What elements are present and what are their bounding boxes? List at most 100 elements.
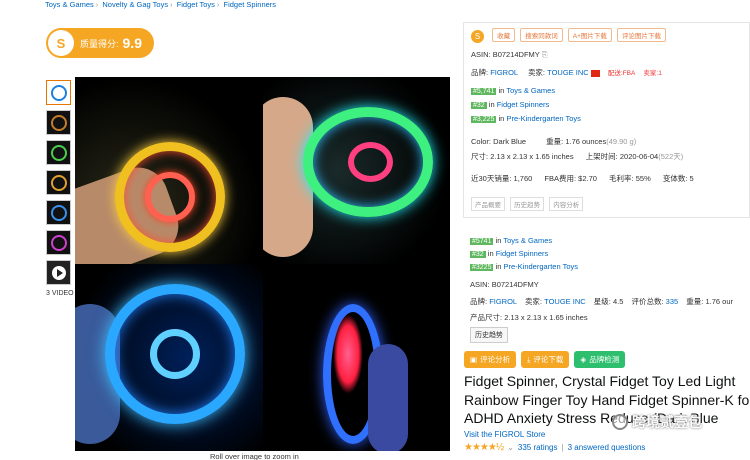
variants-value: 5 <box>689 174 694 183</box>
a-plus-image-download-button[interactable]: A+图片下载 <box>567 28 612 42</box>
review-download-label: 评论下载 <box>533 355 564 364</box>
seller-link[interactable]: TOUGE INC <box>547 68 589 77</box>
quality-score-badge[interactable]: S 质量得分: 9.9 <box>46 28 154 58</box>
history-trend-tab[interactable]: 历史趋势 <box>510 197 545 211</box>
listed-label: 上架时间: <box>585 152 618 161</box>
thumbnail-video[interactable] <box>46 260 71 285</box>
color-label: Color: <box>471 137 492 146</box>
history-trend-button[interactable]: 历史趋势 <box>470 327 508 343</box>
rank-category-link[interactable]: Fidget Spinners <box>496 249 549 258</box>
star-rating-icon[interactable]: ★★★★½ <box>464 442 504 453</box>
wechat-logo-icon <box>612 414 628 430</box>
rank-prefix: in <box>495 262 502 271</box>
asin-label: ASIN: <box>471 50 491 59</box>
listed-days: (522天) <box>658 152 684 161</box>
hand-shape <box>367 344 408 451</box>
asin-label: ASIN: <box>470 280 490 289</box>
favorite-button[interactable]: 收藏 <box>492 28 516 42</box>
seller-link[interactable]: TOUGE INC <box>544 297 586 306</box>
spinner-inner <box>347 142 393 182</box>
rank-category-link[interactable]: Toys & Games <box>503 236 552 245</box>
rank-badge: #3225 <box>470 264 494 271</box>
spinner-inner <box>145 172 195 222</box>
spinner-inner <box>332 314 363 394</box>
review-download-button[interactable]: ⤓ 评论下载 <box>521 351 570 368</box>
product-summary-tab[interactable]: 产品概要 <box>471 197 505 211</box>
breadcrumb-separator: › <box>95 0 99 9</box>
image-quadrant-side <box>262 264 450 451</box>
visit-store-link[interactable]: Visit the FIGROL Store <box>464 430 545 439</box>
download-icon: ⤓ <box>527 354 531 364</box>
action-button-row: ▣ 评论分析 ⤓ 评论下载 ◈ 品牌检测 <box>464 351 626 368</box>
brand-label: 品牌: <box>470 297 488 306</box>
chevron-down-icon[interactable]: ⌄ <box>507 443 514 452</box>
thumbnail-spinner-multi[interactable] <box>46 230 71 255</box>
review-image-download-button[interactable]: 评论图片下载 <box>617 28 667 42</box>
spinner-inner <box>150 329 200 379</box>
seller-label: 卖家: <box>524 297 543 306</box>
thumbnail-spinner-dark[interactable] <box>46 110 71 135</box>
brand-check-label: 品牌检测 <box>589 355 620 364</box>
image-quadrant-rainbow <box>75 77 263 264</box>
seller-label: 卖家: <box>527 68 546 77</box>
breadcrumb-item[interactable]: Novelty & Gag Toys <box>102 0 168 9</box>
breadcrumb-separator: › <box>216 0 220 9</box>
brand-label: 品牌: <box>471 68 489 77</box>
content-analysis-tab[interactable]: 内容分析 <box>549 197 584 211</box>
rank-prefix: in <box>487 249 494 258</box>
rank-prefix: in <box>495 236 502 245</box>
separator: | <box>561 443 564 452</box>
seller-tool-panel: S 收藏 搜索同款词 A+图片下载 评论图片下载 ASIN: B07214DFM… <box>463 22 750 218</box>
rank-badge: #5,741 <box>471 88 497 95</box>
rank-category-link[interactable]: Pre-Kindergarten Toys <box>504 262 578 271</box>
breadcrumb-separator: › <box>170 0 173 9</box>
rank-badge: #3,225 <box>471 116 497 123</box>
asin-value: B07214DFMY <box>492 50 540 59</box>
thumbnail-spinner-green[interactable] <box>46 140 71 165</box>
variants-label: 变体数: <box>662 174 688 183</box>
image-quadrant-blue <box>75 264 263 451</box>
videos-count-label[interactable]: 3 VIDEO <box>46 290 74 297</box>
search-similar-keywords-button[interactable]: 搜索同款词 <box>520 28 563 42</box>
margin-value: 55% <box>635 174 651 183</box>
brand-check-button[interactable]: ◈ 品牌检测 <box>574 351 626 368</box>
color-value: Dark Blue <box>493 137 527 146</box>
review-analysis-label: 评论分析 <box>480 355 511 364</box>
china-flag-icon <box>590 69 600 77</box>
weight-grams: (49.90 g) <box>606 137 637 146</box>
rank-category-link[interactable]: Toys & Games <box>506 86 555 95</box>
breadcrumb-item[interactable]: Fidget Toys <box>177 0 215 9</box>
thumbnail-spinner-blue[interactable] <box>46 80 71 105</box>
breadcrumb-item[interactable]: Fidget Spinners <box>224 0 277 9</box>
weight-value: 1.76 ounces <box>565 137 607 146</box>
thumbnail-spinner-blue-hand[interactable] <box>46 200 71 225</box>
answered-questions-link[interactable]: 3 answered questions <box>568 443 646 452</box>
reviews-count-link[interactable]: 335 <box>666 297 679 306</box>
play-triangle <box>57 269 63 277</box>
size-label: 尺寸: <box>471 152 489 161</box>
size-label: 产品尺寸: <box>470 313 503 322</box>
rank-badge: #5741 <box>470 238 494 245</box>
watermark: 跨境贰壹包 <box>612 412 702 432</box>
copy-icon[interactable]: ⎘ <box>542 50 548 59</box>
size-value: 2.13 x 2.13 x 1.65 inches <box>504 313 588 322</box>
brand-link[interactable]: FIGROL <box>489 297 517 306</box>
seller-count-tag: 卖家:1 <box>643 70 662 77</box>
rank-category-link[interactable]: Fidget Spinners <box>497 100 550 109</box>
weight-value: 1.76 our <box>705 297 733 306</box>
main-product-image[interactable] <box>75 77 450 451</box>
zoom-hint: Roll over image to zoom in <box>210 452 299 460</box>
size-value: 2.13 x 2.13 x 1.65 inches <box>490 152 574 161</box>
breadcrumb-item[interactable]: Toys & Games <box>45 0 94 9</box>
thumbnail-spinner-rainbow[interactable] <box>46 170 71 195</box>
score-value: 9.9 <box>122 35 142 51</box>
ratings-count-link[interactable]: 335 ratings <box>518 443 558 452</box>
rank-category-link[interactable]: Pre-Kindergarten Toys <box>506 114 580 123</box>
listed-date: 2020-06-04 <box>619 152 659 161</box>
fulfillment-tag: 配送:FBA <box>607 70 636 77</box>
sales-value: 1,760 <box>513 174 533 183</box>
product-title: Fidget Spinner, Crystal Fidget Toy Led L… <box>464 373 750 426</box>
image-quadrant-green <box>262 77 450 264</box>
review-analysis-button[interactable]: ▣ 评论分析 <box>464 351 517 368</box>
brand-link[interactable]: FIGROL <box>490 68 518 77</box>
